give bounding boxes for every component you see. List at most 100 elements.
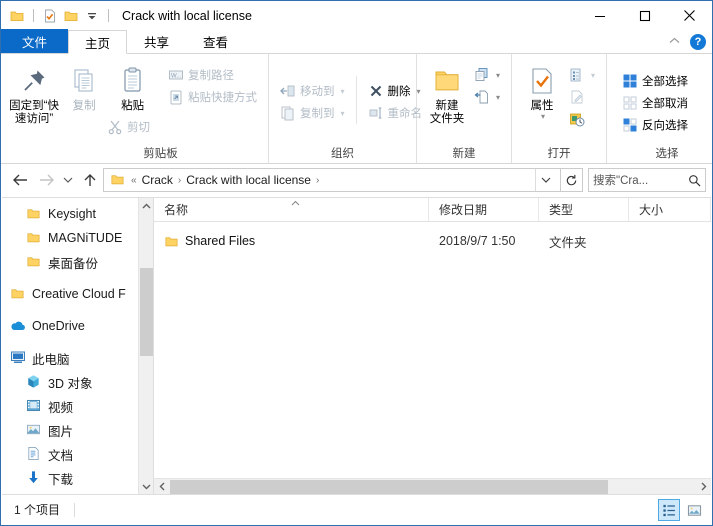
select-none-button[interactable]: 全部取消 xyxy=(619,92,691,114)
column-header-size[interactable]: 大小 xyxy=(629,198,711,221)
navigation-pane: Keysight MAGNiTUDE 桌面备份 Creative Cloud F… xyxy=(2,198,154,494)
edit-button[interactable] xyxy=(566,86,598,108)
pin-to-quick-access-button[interactable]: 固定到“快 速访问” xyxy=(9,60,59,126)
scrollbar-track[interactable] xyxy=(139,214,154,478)
folder-icon-2[interactable] xyxy=(63,8,79,24)
group-label-open: 打开 xyxy=(547,148,571,160)
chevron-down-icon-4[interactable]: ▾ xyxy=(496,71,500,80)
search-input[interactable]: 搜索"Cra... xyxy=(593,172,686,188)
easy-access-button[interactable]: ▾ xyxy=(471,86,503,108)
videos-icon xyxy=(26,398,42,414)
chevron-down-icon[interactable]: ▾ xyxy=(341,87,345,96)
select-all-button[interactable]: 全部选择 xyxy=(619,70,691,92)
breadcrumb-item-1[interactable]: Crack with local license xyxy=(186,173,311,187)
chevron-down-icon-7[interactable]: ▾ xyxy=(591,71,595,80)
new-folder-button[interactable]: 新建 文件夹 xyxy=(425,60,469,126)
sidebar-item-creative-cloud[interactable]: Creative Cloud F xyxy=(2,282,153,306)
search-icon[interactable] xyxy=(688,174,701,187)
sidebar-item-downloads[interactable]: 下载 xyxy=(2,466,153,490)
file-date: 2018/9/7 1:50 xyxy=(439,234,516,248)
tab-share[interactable]: 共享 xyxy=(127,29,186,53)
history-button[interactable] xyxy=(566,108,598,130)
customize-dropdown-icon[interactable] xyxy=(84,8,100,24)
column-label: 名称 xyxy=(164,203,189,217)
search-box[interactable]: 搜索"Cra... xyxy=(588,168,706,192)
paste-shortcut-button[interactable]: 粘贴快捷方式 xyxy=(165,86,260,108)
sidebar-item-documents[interactable]: 文档 xyxy=(2,442,153,466)
forward-button[interactable] xyxy=(33,167,59,193)
refresh-button[interactable] xyxy=(561,168,583,192)
onedrive-icon xyxy=(10,318,26,334)
delete-button[interactable]: 删除 ▾ xyxy=(365,80,426,102)
scroll-left-button[interactable] xyxy=(154,479,170,495)
breadcrumb-bar[interactable]: « Crack › Crack with local license › xyxy=(103,168,561,192)
chevron-up-icon[interactable] xyxy=(669,36,680,48)
move-to-button[interactable]: 移动到 ▾ xyxy=(277,80,348,102)
scrollbar-thumb[interactable] xyxy=(139,268,153,356)
large-icons-view-button[interactable] xyxy=(683,499,705,521)
column-header-type[interactable]: 类型 xyxy=(539,198,629,221)
tab-view[interactable]: 查看 xyxy=(186,29,245,53)
sidebar-item-3d-objects[interactable]: 3D 对象 xyxy=(2,370,153,394)
sidebar-item-pictures[interactable]: 图片 xyxy=(2,418,153,442)
explorer-body: Keysight MAGNiTUDE 桌面备份 Creative Cloud F… xyxy=(2,197,711,494)
breadcrumb-separator-0[interactable]: › xyxy=(176,175,183,186)
up-button[interactable] xyxy=(77,167,103,193)
address-dropdown-button[interactable] xyxy=(535,169,556,191)
file-list-hscrollbar[interactable] xyxy=(154,478,711,494)
ribbon-group-select: 全部选择 全部取消 反向选择 选择 xyxy=(607,54,712,163)
cut-button[interactable]: 剪切 xyxy=(104,116,153,138)
file-rows: Shared Files 2018/9/7 1:50 文件夹 xyxy=(154,222,711,478)
copy-path-button[interactable]: W... 复制路径 xyxy=(165,64,260,86)
new-item-button[interactable]: ▾ xyxy=(471,64,503,86)
maximize-button[interactable] xyxy=(622,1,667,30)
navigation-scrollbar[interactable] xyxy=(138,198,153,494)
chevron-down-icon-5[interactable]: ▾ xyxy=(496,93,500,102)
minimize-button[interactable] xyxy=(577,1,622,30)
chevron-down-icon-2[interactable]: ▾ xyxy=(341,109,345,118)
chevron-down-icon-6[interactable]: ▾ xyxy=(541,112,545,121)
details-view-button[interactable] xyxy=(658,499,680,521)
table-row[interactable]: Shared Files 2018/9/7 1:50 文件夹 xyxy=(154,230,711,252)
properties-button[interactable]: 属性 ▾ xyxy=(520,60,564,121)
copy-to-icon xyxy=(280,105,296,121)
sidebar-item-desktop-backup[interactable]: 桌面备份 xyxy=(2,250,153,274)
sidebar-item-this-pc[interactable]: 此电脑 xyxy=(2,346,153,370)
quick-access-toolbar xyxy=(9,1,112,30)
scroll-right-button[interactable] xyxy=(695,479,711,495)
properties-icon[interactable] xyxy=(42,8,58,24)
close-button[interactable] xyxy=(667,1,712,30)
copy-label: 复制 xyxy=(72,100,96,112)
scroll-up-button[interactable] xyxy=(139,198,154,214)
open-button[interactable]: ▾ xyxy=(566,64,598,86)
breadcrumb-overflow[interactable]: « xyxy=(129,175,139,186)
scroll-down-button[interactable] xyxy=(139,478,154,494)
tab-file[interactable]: 文件 xyxy=(1,29,69,53)
hscrollbar-track[interactable] xyxy=(170,479,695,495)
organize-col1: 移动到 ▾ 复制到 ▾ xyxy=(277,76,348,124)
scissors-icon xyxy=(107,119,123,135)
paste-button[interactable]: 粘贴 xyxy=(109,60,156,113)
help-button[interactable]: ? xyxy=(690,34,706,50)
column-header-name[interactable]: 名称 xyxy=(154,198,429,221)
rename-button[interactable]: 重命名 xyxy=(365,102,426,124)
breadcrumb-item-0[interactable]: Crack xyxy=(142,173,173,187)
column-header-date[interactable]: 修改日期 xyxy=(429,198,539,221)
history-icon xyxy=(569,111,585,127)
sidebar-item-magnitude[interactable]: MAGNiTUDE xyxy=(2,226,153,250)
copy-to-button[interactable]: 复制到 ▾ xyxy=(277,102,348,124)
sidebar-item-keysight[interactable]: Keysight xyxy=(2,202,153,226)
copy-button[interactable]: 复制 xyxy=(59,60,109,113)
folder-icon[interactable] xyxy=(9,8,25,24)
back-button[interactable] xyxy=(7,167,33,193)
organize-col2: 删除 ▾ 重命名 xyxy=(355,76,426,124)
breadcrumb-separator-1[interactable]: › xyxy=(314,175,321,186)
sidebar-item-onedrive[interactable]: OneDrive xyxy=(2,314,153,338)
invert-selection-button[interactable]: 反向选择 xyxy=(619,114,691,136)
pin-label-line2: 速访问” xyxy=(14,113,54,125)
hscrollbar-thumb[interactable] xyxy=(170,479,608,494)
tab-home[interactable]: 主页 xyxy=(68,30,128,54)
group-label-clipboard: 剪贴板 xyxy=(143,148,178,160)
recent-locations-button[interactable] xyxy=(59,167,77,193)
sidebar-item-videos[interactable]: 视频 xyxy=(2,394,153,418)
